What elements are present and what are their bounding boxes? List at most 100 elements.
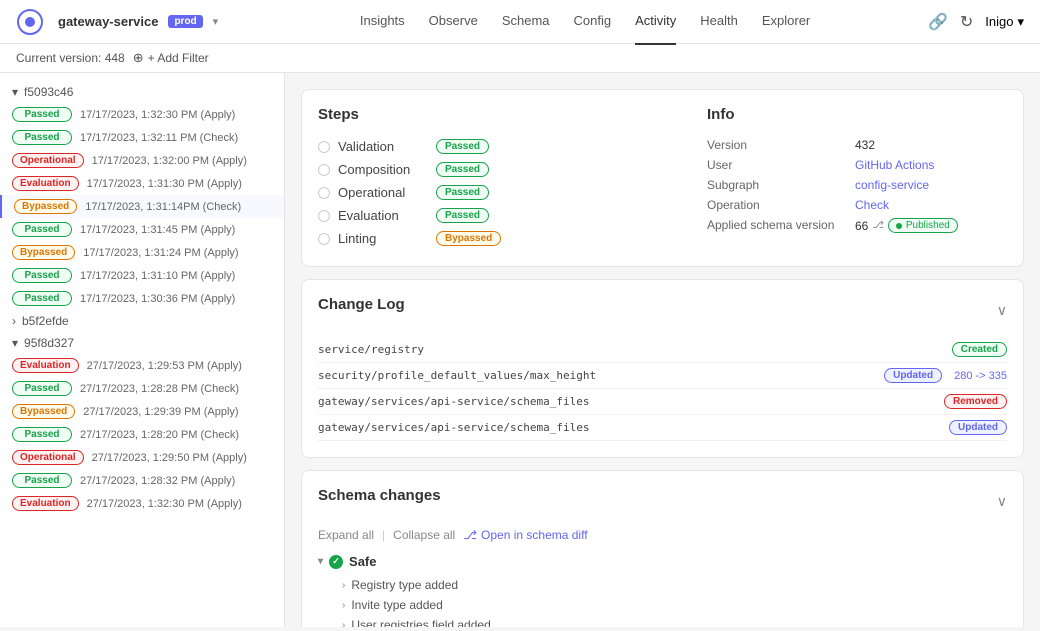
- add-filter-icon: ⊕: [133, 50, 144, 66]
- status-badge: Evaluation: [12, 176, 79, 191]
- step-row: Operational Passed: [318, 181, 691, 204]
- item-time: 27/17/2023, 1:29:39 PM (Apply): [83, 406, 238, 418]
- list-item[interactable]: Evaluation 27/17/2023, 1:32:30 PM (Apply…: [0, 492, 284, 515]
- group-arrow-icon: ▾: [12, 85, 18, 99]
- nav-schema[interactable]: Schema: [502, 0, 550, 45]
- list-item[interactable]: Passed 27/17/2023, 1:28:28 PM (Check): [0, 377, 284, 400]
- schema-change-item[interactable]: › Registry type added: [318, 575, 1007, 595]
- list-item[interactable]: Passed 17/17/2023, 1:31:45 PM (Apply): [0, 218, 284, 241]
- open-schema-diff-button[interactable]: ⎇ Open in schema diff: [463, 528, 587, 542]
- step-radio-icon: [318, 141, 330, 153]
- status-badge: Evaluation: [12, 358, 79, 373]
- item-time: 17/17/2023, 1:31:45 PM (Apply): [80, 224, 235, 236]
- group-arrow-icon: ›: [12, 314, 16, 328]
- service-chevron-icon[interactable]: ▾: [213, 15, 219, 28]
- info-link-operation[interactable]: Check: [855, 198, 889, 212]
- env-badge: prod: [168, 15, 202, 28]
- action-separator: |: [382, 528, 385, 542]
- status-badge: Passed: [12, 222, 72, 237]
- step-badge: Passed: [436, 162, 489, 177]
- step-row: Validation Passed: [318, 135, 691, 158]
- step-name: Operational: [338, 185, 428, 200]
- status-badge: Operational: [12, 450, 84, 465]
- group-label: f5093c46: [24, 85, 73, 99]
- schema-actions: Expand all | Collapse all ⎇ Open in sche…: [318, 528, 1007, 542]
- steps-title: Steps: [318, 106, 691, 123]
- list-item[interactable]: Passed 17/17/2023, 1:31:10 PM (Apply): [0, 264, 284, 287]
- schema-diff-label: Open in schema diff: [481, 528, 588, 542]
- item-time: 17/17/2023, 1:31:14PM (Check): [85, 201, 241, 213]
- list-item[interactable]: Passed 17/17/2023, 1:32:11 PM (Check): [0, 126, 284, 149]
- nav-explorer[interactable]: Explorer: [762, 0, 810, 45]
- step-badge: Passed: [436, 139, 489, 154]
- item-time: 17/17/2023, 1:31:30 PM (Apply): [87, 178, 242, 190]
- collapse-all-link[interactable]: Collapse all: [393, 528, 455, 542]
- steps-info-card: Steps Validation Passed Composition Pass…: [301, 89, 1024, 267]
- link-icon-button[interactable]: 🔗: [928, 12, 948, 32]
- add-filter-button[interactable]: ⊕ + Add Filter: [133, 50, 209, 66]
- list-item[interactable]: Passed 27/17/2023, 1:28:32 PM (Apply): [0, 469, 284, 492]
- info-row: Subgraph config-service: [707, 175, 1007, 195]
- user-name: Inigo: [985, 14, 1013, 29]
- info-value: 432: [855, 138, 875, 152]
- item-time: 27/17/2023, 1:32:30 PM (Apply): [87, 498, 242, 510]
- schema-collapse-icon[interactable]: ∨: [997, 493, 1007, 510]
- schema-change-label: User registries field added: [351, 618, 490, 627]
- step-name: Composition: [338, 162, 428, 177]
- list-item[interactable]: Bypassed 27/17/2023, 1:29:39 PM (Apply): [0, 400, 284, 423]
- list-item[interactable]: Operational 27/17/2023, 1:29:50 PM (Appl…: [0, 446, 284, 469]
- list-item[interactable]: Passed 17/17/2023, 1:32:30 PM (Apply): [0, 103, 284, 126]
- sidebar-group-b5f2efde[interactable]: › b5f2efde: [0, 310, 284, 332]
- cl-badge: Removed: [944, 394, 1007, 409]
- sidebar-group-f5093c46[interactable]: ▾ f5093c46: [0, 81, 284, 103]
- service-name: gateway-service: [58, 14, 158, 29]
- list-item[interactable]: Passed 27/17/2023, 1:28:20 PM (Check): [0, 423, 284, 446]
- schema-change-label: Invite type added: [351, 598, 442, 612]
- step-badge: Bypassed: [436, 231, 501, 246]
- schema-change-label: Registry type added: [351, 578, 458, 592]
- schema-version-container: 66 ⎇ Published: [855, 218, 958, 233]
- item-time: 17/17/2023, 1:32:30 PM (Apply): [80, 109, 235, 121]
- list-item[interactable]: Evaluation 17/17/2023, 1:31:30 PM (Apply…: [0, 172, 284, 195]
- expand-all-link[interactable]: Expand all: [318, 528, 374, 542]
- step-name: Evaluation: [338, 208, 428, 223]
- nav-activity[interactable]: Activity: [635, 0, 676, 45]
- changelog-row: gateway/services/api-service/schema_file…: [318, 389, 1007, 415]
- schema-changes-title: Schema changes: [318, 487, 441, 504]
- user-menu-button[interactable]: Inigo ▾: [985, 14, 1024, 30]
- current-version: Current version: 448: [16, 51, 125, 65]
- cl-badge: Updated: [884, 368, 942, 383]
- nav-observe[interactable]: Observe: [429, 0, 478, 45]
- schema-version-number: 66: [855, 219, 868, 233]
- safe-section-header[interactable]: ▾ ✓ Safe: [318, 554, 1007, 569]
- sidebar-group-95f8d327[interactable]: ▾ 95f8d327: [0, 332, 284, 354]
- item-time: 27/17/2023, 1:28:32 PM (Apply): [80, 475, 235, 487]
- list-item[interactable]: Bypassed 17/17/2023, 1:31:24 PM (Apply): [0, 241, 284, 264]
- list-item[interactable]: Evaluation 27/17/2023, 1:29:53 PM (Apply…: [0, 354, 284, 377]
- step-badge: Passed: [436, 208, 489, 223]
- info-link-subgraph[interactable]: config-service: [855, 178, 929, 192]
- collapse-icon[interactable]: ∨: [997, 302, 1007, 319]
- nav-insights[interactable]: Insights: [360, 0, 405, 45]
- status-badge: Passed: [12, 130, 72, 145]
- info-label: Applied schema version: [707, 218, 847, 233]
- cl-values: 280 -> 335: [954, 370, 1007, 382]
- changelog-card: Change Log ∨ service/registry Created se…: [301, 279, 1024, 458]
- changelog-row: security/profile_default_values/max_heig…: [318, 363, 1007, 389]
- nav-health[interactable]: Health: [700, 0, 738, 45]
- status-badge: Bypassed: [12, 245, 75, 260]
- list-item[interactable]: Passed 17/17/2023, 1:30:36 PM (Apply): [0, 287, 284, 310]
- list-item[interactable]: Operational 17/17/2023, 1:32:00 PM (Appl…: [0, 149, 284, 172]
- status-badge: Passed: [12, 381, 72, 396]
- item-time: 17/17/2023, 1:30:36 PM (Apply): [80, 293, 235, 305]
- list-item[interactable]: Bypassed 17/17/2023, 1:31:14PM (Check): [0, 195, 284, 218]
- main-layout: ▾ f5093c46 Passed 17/17/2023, 1:32:30 PM…: [0, 73, 1040, 627]
- cl-badge: Created: [952, 342, 1007, 357]
- info-link-user[interactable]: GitHub Actions: [855, 158, 934, 172]
- changelog-row: service/registry Created: [318, 337, 1007, 363]
- schema-change-item[interactable]: › User registries field added: [318, 615, 1007, 627]
- refresh-icon-button[interactable]: ↻: [960, 12, 973, 32]
- top-nav: gateway-service prod ▾ Insights Observe …: [0, 0, 1040, 44]
- nav-config[interactable]: Config: [574, 0, 612, 45]
- schema-change-item[interactable]: › Invite type added: [318, 595, 1007, 615]
